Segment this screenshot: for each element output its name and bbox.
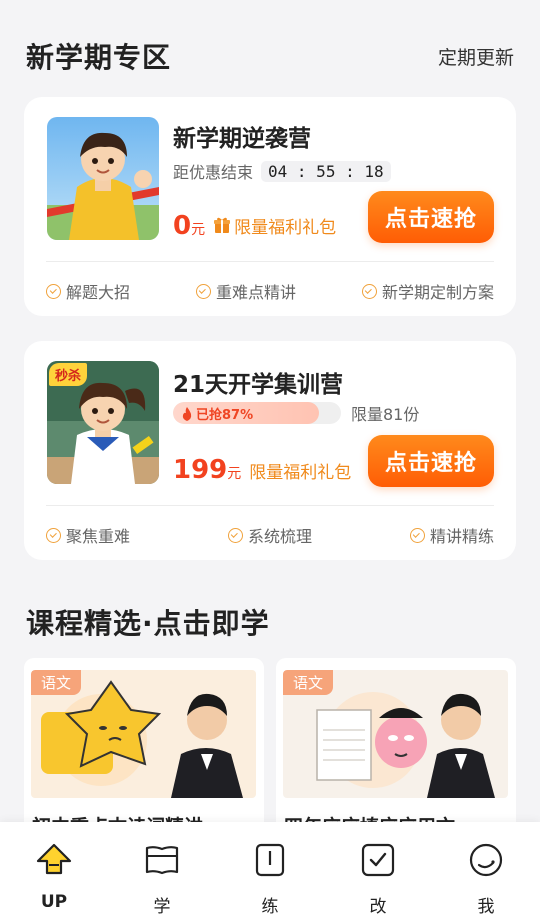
gift-icon — [214, 217, 231, 233]
section-title: 课程精选·点击即学 — [26, 607, 270, 640]
sold-progress: 已抢87% 限量81份 — [173, 401, 419, 425]
tab-practice[interactable]: 练 — [216, 822, 324, 924]
section-title: 新学期专区 — [26, 41, 172, 74]
practice-icon — [251, 840, 289, 880]
subject-tag: 语文 — [283, 670, 334, 695]
tab-label: 练 — [261, 897, 279, 917]
feature-list: 解题大招 重难点精讲 新学期定制方案 — [46, 279, 494, 303]
buy-button[interactable]: 点击速抢 — [368, 435, 494, 487]
feature-item: 聚焦重难 — [46, 523, 130, 547]
check-circle-icon — [409, 527, 425, 543]
check-circle-icon — [195, 283, 211, 299]
section-header-new-term: 新学期专区 定期更新 — [26, 36, 514, 76]
tab-up[interactable]: UP — [0, 822, 108, 924]
price-value: 0 — [173, 211, 192, 241]
course-card-comeback-camp[interactable]: 新学期逆袭营 距优惠结束 04 : 55 : 18 0 元 限量福利礼包 点击速… — [24, 97, 516, 316]
boy-running-illustration — [47, 117, 159, 240]
bottom-tab-bar: UP 学 练 改 我 — [0, 822, 540, 924]
tab-label: UP — [40, 892, 68, 912]
progress-bar: 已抢87% — [173, 402, 341, 424]
course-thumbnail: 语文 — [31, 670, 256, 798]
update-link[interactable]: 定期更新 — [438, 43, 514, 70]
card-title: 新学期逆袭营 — [173, 126, 311, 152]
price-unit: 元 — [191, 222, 206, 238]
subject-tag: 语文 — [31, 670, 82, 695]
course-card-21day-camp[interactable]: 秒杀 21天开学集训营 已抢87% 限量81份 199 元 限量福利礼包 点击速… — [24, 341, 516, 560]
check-circle-icon — [46, 527, 61, 543]
price-row: 199 元 限量福利礼包 — [173, 455, 351, 485]
divider — [46, 261, 494, 262]
check-circle-icon — [46, 283, 61, 299]
price-value: 199 — [173, 455, 228, 485]
price-unit: 元 — [227, 466, 242, 482]
buy-button[interactable]: 点击速抢 — [368, 191, 494, 243]
countdown-timer: 04 : 55 : 18 — [261, 160, 391, 182]
countdown-label: 距优惠结束 — [173, 163, 254, 182]
countdown: 距优惠结束 04 : 55 : 18 — [173, 159, 391, 183]
feature-item: 解题大招 — [46, 279, 130, 303]
up-arrow-icon — [35, 840, 73, 880]
flash-sale-badge: 秒杀 — [49, 363, 88, 386]
tab-label: 我 — [477, 897, 495, 917]
section-header-featured: 课程精选·点击即学 — [26, 602, 514, 642]
price-row: 0 元 限量福利礼包 — [173, 211, 336, 241]
progress-label: 已抢87% — [181, 404, 253, 423]
check-circle-icon — [227, 527, 243, 543]
tab-label: 改 — [369, 897, 387, 917]
gift-label: 限量福利礼包 — [213, 213, 336, 238]
gift-label: 限量福利礼包 — [249, 463, 352, 483]
stock-limit: 限量81份 — [351, 405, 420, 424]
flame-icon — [182, 406, 192, 421]
course-thumbnail: 语文 — [283, 670, 508, 798]
tab-me[interactable]: 我 — [432, 822, 540, 924]
tab-correct[interactable]: 改 — [324, 822, 432, 924]
feature-item: 精讲精练 — [409, 523, 494, 547]
divider — [46, 505, 494, 506]
tab-learn[interactable]: 学 — [108, 822, 216, 924]
course-tile[interactable]: 语文 四年应应填应应用文 — [276, 658, 516, 838]
book-icon — [143, 840, 181, 880]
feature-item: 系统梳理 — [227, 523, 312, 547]
feature-item: 新学期定制方案 — [361, 279, 494, 303]
feature-list: 聚焦重难 系统梳理 精讲精练 — [46, 523, 494, 547]
check-circle-icon — [361, 283, 377, 299]
girl-running-illustration: 秒杀 — [47, 361, 159, 484]
card-title: 21天开学集训营 — [173, 372, 344, 398]
course-tile[interactable]: 语文 初中重点古诗词精讲 — [24, 658, 264, 838]
check-box-icon — [359, 840, 397, 880]
tab-label: 学 — [153, 897, 171, 917]
profile-icon — [467, 840, 505, 880]
feature-item: 重难点精讲 — [195, 279, 296, 303]
